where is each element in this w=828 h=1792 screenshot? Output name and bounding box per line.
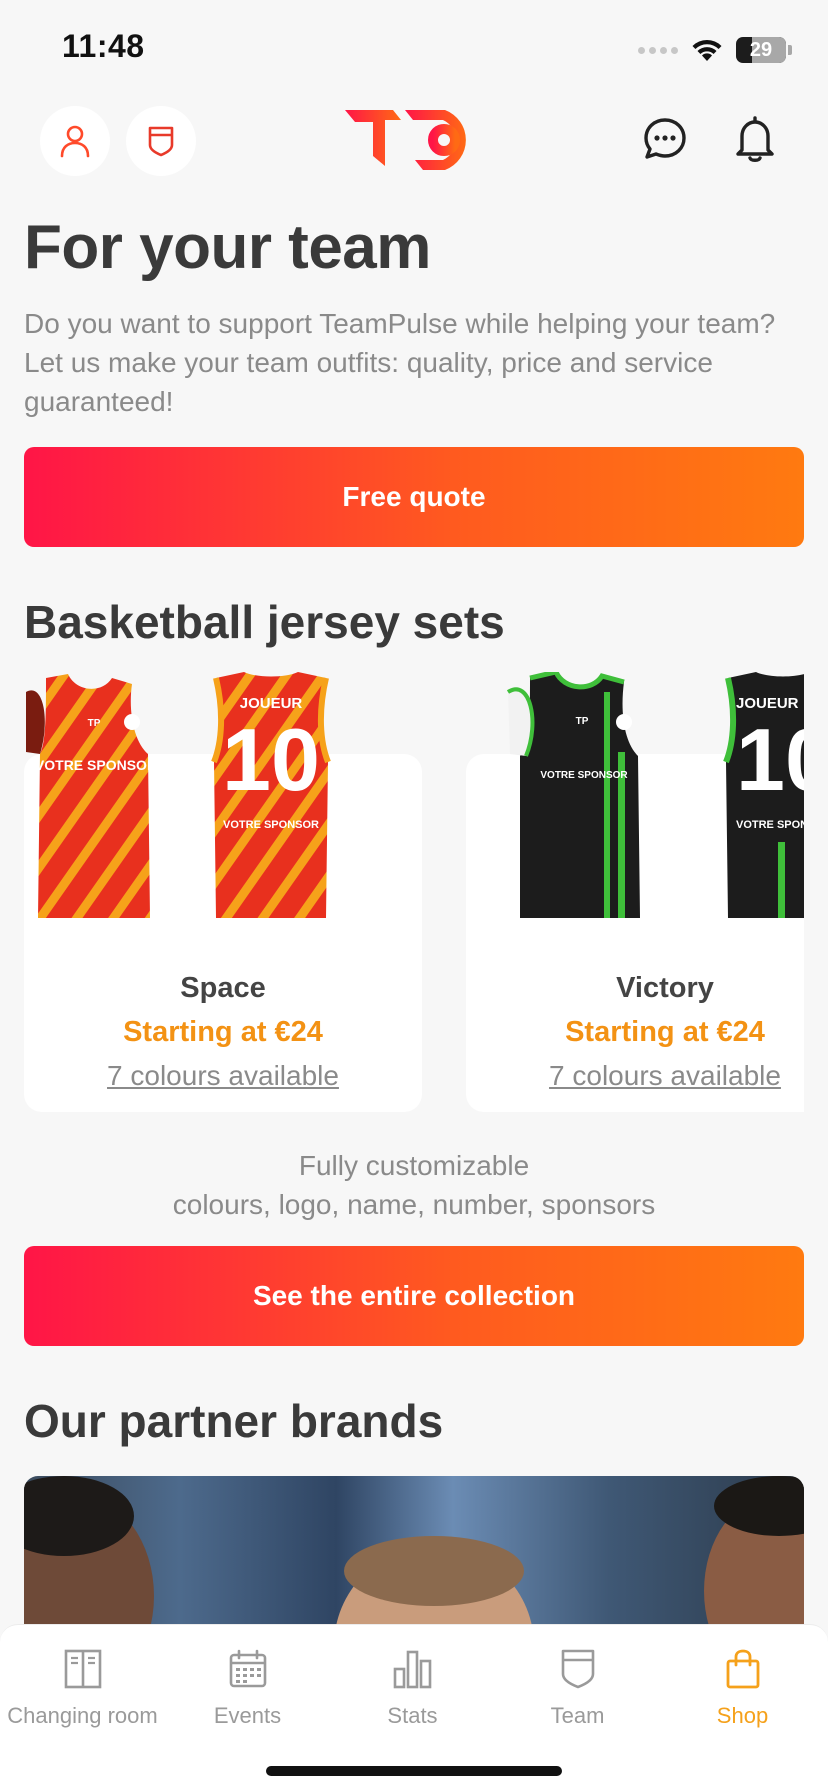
victory-back-number-text: 10: [736, 710, 804, 809]
product-price-victory: Starting at €24: [565, 1015, 765, 1048]
jersey-carousel[interactable]: VOTRE SPONSOR TP JOUEUR 10 VOTRE SPONSOR: [24, 671, 804, 1112]
locker-icon: [64, 1649, 101, 1689]
wifi-icon: [692, 39, 722, 61]
product-name-space: Space: [180, 971, 266, 1004]
shop-screen: 11:48 29 For your team Do you want to su…: [0, 0, 828, 1792]
intro-text: Do you want to support TeamPulse while h…: [24, 308, 776, 418]
jersey-section-title: Basketball jersey sets: [24, 596, 505, 649]
free-quote-button[interactable]: Free quote: [24, 447, 804, 548]
bell-icon: [736, 116, 774, 162]
customizable-note: Fully customizable colours, logo, name, …: [24, 1146, 804, 1224]
tab-changing-room[interactable]: Changing room: [0, 1645, 165, 1735]
battery-icon: 29: [736, 37, 786, 63]
svg-text:TP: TP: [576, 716, 589, 727]
tab-label-events: Events: [213, 1703, 282, 1728]
tab-label-stats: Stats: [387, 1703, 438, 1728]
tab-team[interactable]: Team: [495, 1645, 660, 1735]
space-back-number-text: 10: [222, 710, 320, 809]
space-jersey-front-image: VOTRE SPONSOR TP: [26, 673, 154, 918]
shopping-bag-icon: [726, 1649, 759, 1689]
space-front-sponsor-text: VOTRE SPONSOR: [35, 757, 154, 773]
cellular-signal-icon: [638, 46, 678, 54]
tab-shop[interactable]: Shop: [660, 1645, 825, 1735]
status-time: 11:48: [62, 28, 145, 64]
profile-button[interactable]: [40, 106, 110, 176]
app-header: [0, 100, 828, 200]
teampulse-logo[interactable]: [345, 104, 485, 176]
page-title: For your team: [24, 213, 431, 282]
shop-content: For your team Do you want to support Tea…: [24, 200, 804, 1777]
product-price-space: Starting at €24: [123, 1015, 323, 1048]
partners-section-title: Our partner brands: [24, 1394, 444, 1447]
battery-level: 29: [749, 38, 773, 61]
chat-bubble-icon: [644, 118, 686, 159]
tab-events[interactable]: Events: [165, 1645, 330, 1735]
tab-label-shop: Shop: [716, 1703, 769, 1728]
colours-link-victory[interactable]: 7 colours available: [466, 1060, 804, 1092]
victory-front-sponsor-text: VOTRE SPONSOR: [540, 770, 628, 781]
customizable-line-2: colours, logo, name, number, sponsors: [172, 1188, 656, 1220]
team-button[interactable]: [126, 106, 196, 176]
victory-back-sponsor-text: VOTRE SPONSOR: [736, 819, 804, 831]
svg-text:TP: TP: [88, 718, 101, 729]
calendar-icon: [229, 1649, 266, 1688]
home-indicator: [266, 1766, 562, 1776]
space-jersey-back-image: JOUEUR 10 VOTRE SPONSOR: [211, 671, 331, 918]
status-bar: 11:48 29: [0, 0, 828, 100]
product-name-victory: Victory: [616, 971, 714, 1004]
shield-icon: [561, 1649, 594, 1689]
messages-button[interactable]: [636, 110, 694, 168]
victory-jersey-front-image: VOTRE SPONSOR TP: [506, 671, 640, 918]
tab-stats[interactable]: Stats: [330, 1645, 495, 1735]
tab-label-team: Team: [550, 1703, 605, 1728]
see-collection-button[interactable]: See the entire collection: [24, 1245, 804, 1346]
status-indicators: 29: [638, 30, 792, 70]
user-icon: [60, 125, 90, 158]
shield-icon: [148, 126, 174, 157]
space-back-sponsor-text: VOTRE SPONSOR: [223, 819, 319, 831]
notifications-button[interactable]: [726, 110, 784, 168]
colours-link-space[interactable]: 7 colours available: [24, 1060, 422, 1092]
tab-label-changing-room: Changing room: [7, 1703, 158, 1728]
victory-jersey-back-image: JOUEUR 10 VOTRE SPONSOR: [723, 671, 804, 918]
bar-chart-icon: [393, 1650, 431, 1689]
customizable-line-1: Fully customizable: [298, 1149, 530, 1181]
